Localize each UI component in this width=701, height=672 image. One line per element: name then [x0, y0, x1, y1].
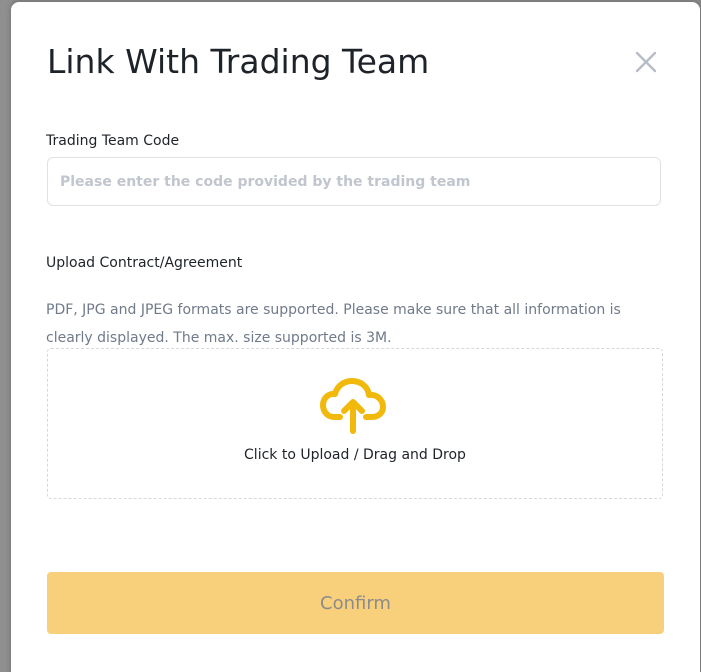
team-code-input[interactable]: [47, 157, 661, 206]
upload-hint: PDF, JPG and JPEG formats are supported.…: [46, 302, 621, 346]
upload-dropzone[interactable]: Click to Upload / Drag and Drop: [47, 348, 663, 499]
close-icon: [635, 51, 657, 73]
dialog-title: Link With Trading Team: [47, 42, 430, 81]
cloud-upload-icon: [320, 378, 386, 434]
confirm-button[interactable]: Confirm: [47, 572, 664, 634]
team-code-label: Trading Team Code: [46, 133, 180, 149]
link-trading-team-dialog: Link With Trading Team Trading Team Code…: [11, 2, 700, 672]
close-button[interactable]: [632, 48, 660, 76]
upload-label: Upload Contract/Agreement: [46, 255, 243, 271]
upload-drop-text: Click to Upload / Drag and Drop: [244, 447, 466, 463]
